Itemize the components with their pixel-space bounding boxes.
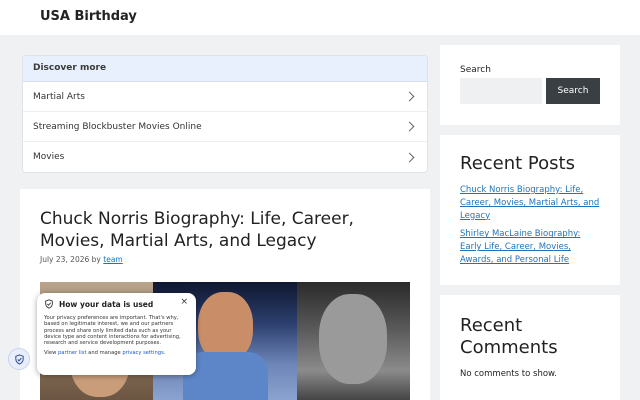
privacy-foot-text: . bbox=[163, 350, 166, 357]
discover-item-label: Movies bbox=[33, 152, 65, 162]
recent-comments-title: Recent Comments bbox=[460, 315, 558, 358]
privacy-popup: How your data is used × Your privacy pre… bbox=[37, 293, 196, 375]
shield-icon bbox=[14, 353, 24, 365]
search-widget: Search Search bbox=[440, 45, 620, 125]
article-title: Chuck Norris Biography: Life, Career, Mo… bbox=[40, 209, 354, 251]
privacy-title: How your data is used bbox=[59, 299, 154, 309]
discover-item-streaming[interactable]: Streaming Blockbuster Movies Online bbox=[23, 112, 427, 142]
discover-item-martial-arts[interactable]: Martial Arts bbox=[23, 82, 427, 112]
shield-icon bbox=[45, 299, 53, 309]
discover-item-movies[interactable]: Movies bbox=[23, 142, 427, 172]
recent-post-link[interactable]: Shirley MacLaine Biography: Early Life, … bbox=[460, 229, 580, 265]
discover-item-label: Martial Arts bbox=[33, 91, 85, 102]
discover-item-label: Streaming Blockbuster Movies Online bbox=[33, 121, 202, 132]
search-label: Search bbox=[460, 65, 491, 75]
chevron-right-icon bbox=[404, 91, 415, 102]
privacy-header: How your data is used bbox=[44, 299, 189, 309]
article-meta: July 23, 2026 by team bbox=[40, 255, 123, 264]
partner-list-link[interactable]: partner list bbox=[58, 350, 87, 356]
search-button[interactable]: Search bbox=[546, 78, 600, 104]
privacy-settings-link[interactable]: privacy settings bbox=[122, 350, 163, 356]
recent-posts-title: Recent Posts bbox=[460, 153, 575, 174]
recent-posts-widget: Recent Posts Chuck Norris Biography: Lif… bbox=[440, 135, 620, 285]
privacy-body: Your privacy preferences are important. … bbox=[44, 315, 181, 347]
recent-posts-list: Chuck Norris Biography: Life, Career, Mo… bbox=[460, 184, 600, 267]
site-title[interactable]: USA Birthday bbox=[40, 9, 137, 24]
search-input[interactable] bbox=[460, 78, 542, 104]
recent-comments-widget: Recent Comments No comments to show. bbox=[440, 295, 620, 400]
chevron-right-icon bbox=[404, 121, 415, 132]
privacy-foot-text: View bbox=[44, 350, 57, 357]
site-header: USA Birthday bbox=[0, 0, 640, 35]
list-item: Shirley MacLaine Biography: Early Life, … bbox=[460, 228, 600, 266]
recent-post-link[interactable]: Chuck Norris Biography: Life, Career, Mo… bbox=[460, 185, 599, 221]
article-author-link[interactable]: team bbox=[103, 255, 122, 264]
privacy-footer: View partner list and manage privacy set… bbox=[44, 350, 189, 356]
privacy-shield-button[interactable] bbox=[8, 348, 30, 370]
discover-more-heading: Discover more bbox=[23, 56, 427, 82]
list-item: Chuck Norris Biography: Life, Career, Mo… bbox=[460, 184, 600, 222]
close-icon[interactable]: × bbox=[180, 297, 188, 307]
no-comments-text: No comments to show. bbox=[460, 369, 557, 379]
article-date: July 23, 2026 bbox=[40, 255, 90, 264]
chevron-right-icon bbox=[404, 152, 415, 162]
discover-more-panel: Discover more Martial Arts Streaming Blo… bbox=[22, 55, 428, 173]
article-photo-right bbox=[297, 282, 410, 400]
article-by: by bbox=[91, 255, 101, 264]
privacy-foot-text: and manage bbox=[88, 350, 121, 357]
